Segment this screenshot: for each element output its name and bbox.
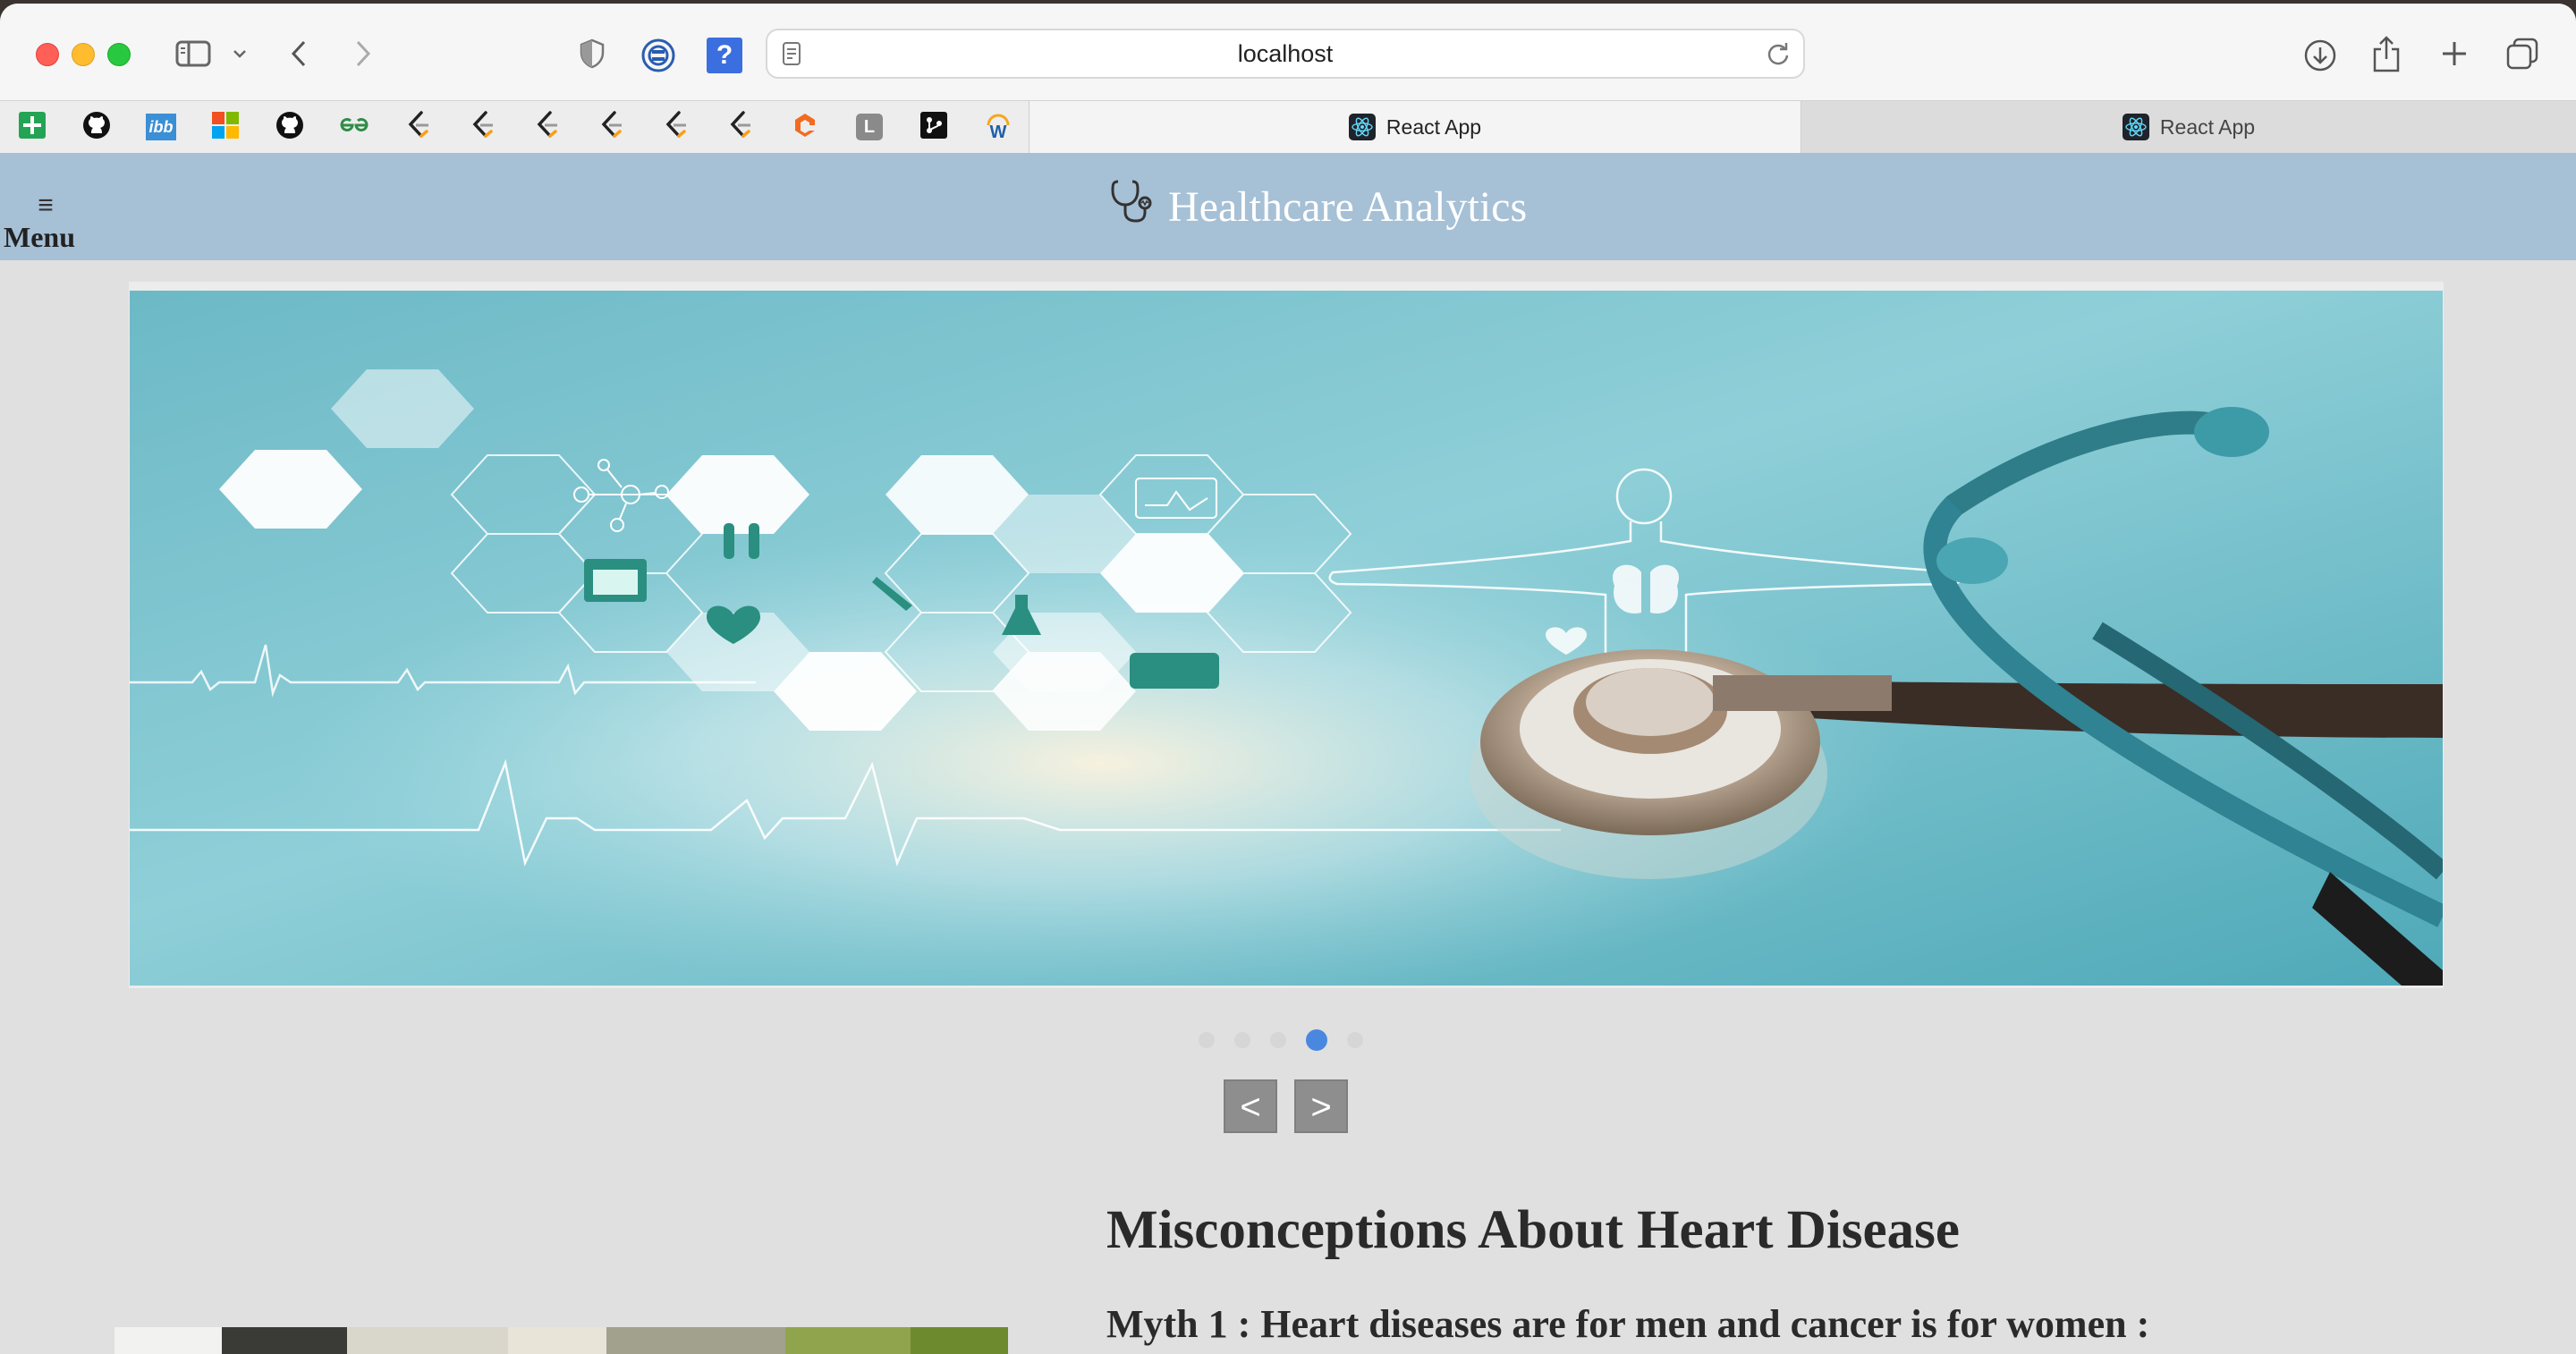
leetcode-icon [663,110,690,145]
favorite-leetcode-2[interactable] [451,101,516,153]
privacy-shield-icon[interactable] [576,38,608,70]
app-title-text: Healthcare Analytics [1168,182,1528,231]
article-subtitle: Myth 1 : Heart diseases are for men and … [1106,1302,2150,1346]
ibb-icon: ibb [146,114,176,140]
back-icon[interactable] [284,38,313,70]
git-icon [919,111,948,144]
hamburger-menu-icon: ≡ [38,190,54,220]
chevron-down-icon[interactable] [229,43,250,64]
new-tab-icon[interactable] [2438,38,2470,70]
carousel-dot-3[interactable] [1270,1032,1286,1048]
orange-logo-icon [792,111,818,144]
leetcode-icon [727,110,754,145]
carousel-dot-2[interactable] [1234,1032,1250,1048]
github-icon [275,110,305,145]
url-text: localhost [1237,40,1334,67]
article-title: Misconceptions About Heart Disease [1106,1200,1960,1260]
carousel-prev-button[interactable]: < [1224,1079,1277,1133]
favorite-orange-logo[interactable] [773,101,838,153]
help-extension-icon[interactable]: ? [707,38,742,73]
tab-overview-icon[interactable] [2504,36,2540,72]
tab-bar: ibb L W React App React App [0,100,2576,154]
favorite-l-letter[interactable]: L [837,101,902,153]
microsoft-icon [211,111,240,144]
tab-react-app-active[interactable]: React App [1029,101,1801,153]
favorite-github-2[interactable] [258,101,323,153]
web-page: ≡ Menu Healthcare Analytics < > Misconce… [0,153,2576,1354]
tab-label: React App [1385,114,1482,139]
app-title[interactable]: Healthcare Analytics [1109,180,1527,233]
downloads-icon[interactable] [2302,38,2338,73]
leetcode-icon [534,110,561,145]
menu-label: Menu [4,221,75,253]
w-logo-icon: W [983,112,1013,142]
browser-window: ? localhost ibb L W React App React App … [0,4,2576,1354]
article-image [114,1327,1008,1354]
minimize-window-button[interactable] [72,43,95,66]
favorite-leetcode-5[interactable] [644,101,709,153]
reload-icon[interactable] [1766,41,1791,66]
favorite-ibb[interactable]: ibb [129,101,194,153]
geeksforgeeks-icon [339,116,369,139]
github-icon [81,110,112,145]
react-logo-icon [1348,114,1376,140]
favorite-add-sheet[interactable] [0,101,65,153]
add-sheet-icon [18,111,47,144]
leetcode-icon [405,110,432,145]
menu-button[interactable]: ≡ Menu [4,192,89,254]
sidebar-toggle-icon[interactable] [174,38,213,70]
favorite-leetcode-3[interactable] [515,101,580,153]
leetcode-icon [598,110,625,145]
carousel-next-button[interactable]: > [1294,1079,1348,1133]
address-bar[interactable]: localhost [766,29,1805,79]
tab-label: React App [2159,114,2256,139]
favorite-leetcode-4[interactable] [580,101,645,153]
tab-react-app-inactive[interactable]: React App [1801,101,2576,153]
favorite-w-logo[interactable]: W [966,101,1031,153]
carousel-dot-5[interactable] [1347,1032,1363,1048]
browser-toolbar: ? localhost [0,4,2576,100]
image-carousel [129,282,2444,988]
react-logo-icon [2122,114,2149,140]
favorite-microsoft[interactable] [193,101,258,153]
close-window-button[interactable] [36,43,59,66]
leetcode-icon [470,110,496,145]
l-letter-icon: L [856,114,883,140]
extension-at-icon[interactable] [639,38,678,73]
stethoscope-icon [1109,178,1168,235]
favorite-git[interactable] [902,101,967,153]
favorite-geeksforgeeks[interactable] [322,101,387,153]
carousel-indicators [1199,1028,1383,1053]
favorite-github[interactable] [64,101,130,153]
share-icon[interactable] [2370,34,2402,73]
carousel-slide-image [130,291,2443,986]
maximize-window-button[interactable] [107,43,131,66]
favorite-leetcode-1[interactable] [386,101,452,153]
forward-icon[interactable] [349,38,377,70]
carousel-dot-1[interactable] [1199,1032,1215,1048]
carousel-dot-4-active[interactable] [1306,1029,1327,1051]
favorite-leetcode-6[interactable] [708,101,774,153]
app-header: ≡ Menu Healthcare Analytics [0,153,2576,260]
